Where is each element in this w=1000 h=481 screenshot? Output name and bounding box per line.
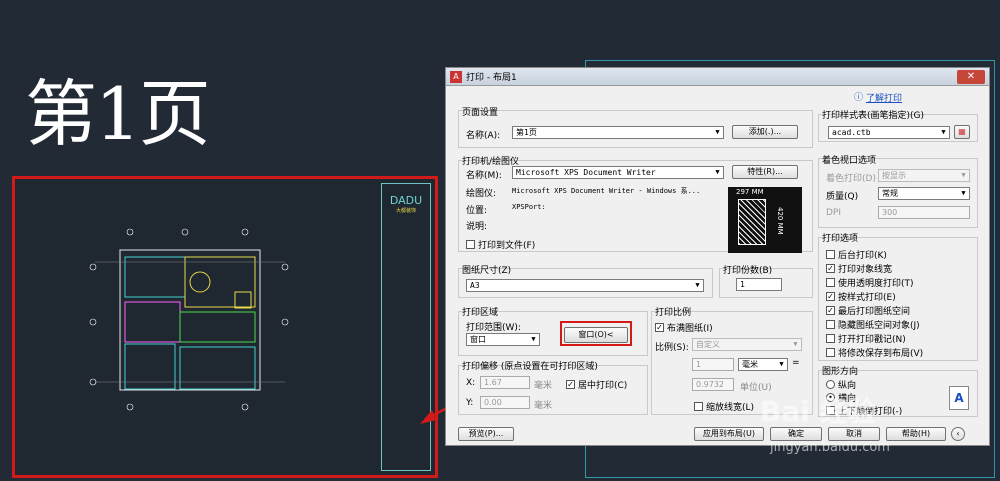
offset-y-label: Y: [466, 398, 474, 408]
chevron-down-icon: ▼ [715, 168, 720, 176]
print-to-file-checkbox[interactable]: 打印到文件(F) [466, 238, 535, 251]
offset-y-unit: 毫米 [534, 401, 553, 411]
watermark-url: jingyan.baidu.com [770, 440, 890, 455]
plot-option-checkbox[interactable]: 隐藏图纸空间对象(J) [826, 318, 920, 331]
plot-what-label: 打印范围(W): [466, 323, 521, 333]
offset-x-label: X: [466, 378, 476, 388]
edit-style-table-icon[interactable]: ▦ [954, 125, 970, 139]
page-setup-name-label: 名称(A): [466, 131, 501, 141]
offset-y-input[interactable]: 0.00 [480, 396, 530, 409]
add-page-setup-button[interactable]: 添加(.)... [732, 125, 798, 139]
page-setup-name-select[interactable]: 第1页 ▼ [512, 126, 724, 139]
printer-properties-button[interactable]: 特性(R)... [732, 165, 798, 179]
preview-width-label: 297 MM [736, 188, 764, 196]
plotter-label: 绘图仪: [466, 189, 497, 199]
sheet-brand-sub: 大都装饰 [395, 208, 416, 214]
printer-name-label: 名称(M): [466, 171, 502, 181]
style-table-label: 打印样式表(画笔指定)(G) [822, 111, 925, 121]
dpi-label: DPI [826, 208, 842, 218]
chevron-down-icon: ▼ [779, 360, 784, 368]
scale-denominator-input[interactable]: 0.9732 [692, 378, 734, 391]
plot-option-checkbox[interactable]: 打开打印戳记(N) [826, 332, 906, 345]
shade-plot-label: 着色打印(D) [826, 174, 876, 184]
fit-to-paper-checkbox[interactable]: ✓ 布满图纸(I) [655, 321, 713, 334]
orientation-label: 图形方向 [822, 367, 859, 377]
chevron-down-icon: ▼ [961, 189, 966, 197]
apply-to-layout-button[interactable]: 应用到布局(U) [694, 427, 764, 441]
orientation-preview-icon: A [949, 386, 969, 410]
plot-what-select[interactable]: 窗口 ▼ [466, 333, 540, 346]
plot-area-label: 打印区域 [462, 308, 499, 318]
description-label: 说明: [466, 222, 488, 232]
quality-label: 质量(Q) [826, 192, 859, 202]
plot-option-checkbox[interactable]: ✓ 最后打印图纸空间 [826, 304, 910, 317]
shade-plot-select[interactable]: 按显示 ▼ [878, 169, 970, 182]
chevron-down-icon: ▼ [695, 281, 700, 289]
floor-plan-drawing [89, 228, 289, 411]
printer-label: 打印机/绘图仪 [462, 157, 520, 167]
paper-size-label: 图纸尺寸(Z) [462, 266, 512, 276]
watermark-brand: Bai 经验 [760, 395, 876, 428]
plot-offset-label: 打印偏移 (原点设置在可打印区域) [462, 362, 598, 372]
page-title: 第1页 [25, 72, 211, 156]
autocad-app-icon: A [450, 70, 462, 83]
plot-option-checkbox[interactable]: 后台打印(K) [826, 248, 887, 261]
center-plot-checkbox[interactable]: ✓ 居中打印(C) [566, 378, 627, 391]
preview-page [738, 199, 766, 245]
plot-option-checkbox[interactable]: ✓ 打印对象线宽 [826, 262, 892, 275]
chevron-down-icon: ▼ [941, 128, 946, 136]
plot-option-checkbox[interactable]: ✓ 按样式打印(E) [826, 290, 896, 303]
scale-unit-select[interactable]: 毫米 ▼ [738, 358, 788, 371]
plot-scale-label: 打印比例 [655, 308, 692, 318]
plotter-value: Microsoft XPS Document Writer - Windows … [512, 187, 701, 195]
chevron-down-icon: ▼ [715, 128, 720, 136]
learn-plot-link[interactable]: 了解打印 [866, 91, 902, 104]
where-label: 位置: [466, 206, 488, 216]
printer-name-select[interactable]: Microsoft XPS Document Writer ▼ [512, 166, 724, 179]
close-icon[interactable]: ✕ [957, 70, 985, 84]
paper-size-select[interactable]: A3 ▼ [466, 279, 704, 292]
dialog-title: 打印 - 布局1 [466, 73, 517, 83]
help-button[interactable]: 帮助(H) [886, 427, 946, 441]
plot-option-checkbox[interactable]: 将修改保存到布局(V) [826, 346, 923, 359]
preview-height-label: 420 MM [776, 207, 784, 235]
quality-select[interactable]: 常规 ▼ [878, 187, 970, 200]
scale-equals: = [792, 358, 800, 368]
shaded-viewport-label: 着色视口选项 [822, 156, 877, 166]
chevron-down-icon: ▼ [793, 340, 798, 348]
scale-numerator-input[interactable]: 1 [692, 358, 734, 371]
offset-x-input[interactable]: 1.67 [480, 376, 530, 389]
plot-options-label: 打印选项 [822, 234, 859, 244]
scale-select[interactable]: 自定义 ▼ [692, 338, 802, 351]
chevron-down-icon: ▼ [531, 335, 536, 343]
title-block: DADU 大都装饰 [381, 183, 431, 471]
chevron-down-icon: ▼ [961, 171, 966, 179]
dialog-titlebar[interactable]: A 打印 - 布局1 ✕ [446, 68, 989, 86]
plot-dialog[interactable]: A 打印 - 布局1 ✕ 了解打印 ⓘ 页面设置 名称(A): 第1页 ▼ 添加(… [445, 67, 990, 446]
sheet-brand: DADU [389, 194, 423, 207]
where-value: XPSPort: [512, 203, 546, 211]
dpi-input[interactable]: 300 [878, 206, 970, 219]
plot-option-checkbox[interactable]: 使用透明度打印(T) [826, 276, 914, 289]
copies-input[interactable]: 1 [736, 278, 782, 291]
copies-label: 打印份数(B) [723, 266, 773, 276]
page-setup-label: 页面设置 [462, 108, 499, 118]
style-table-select[interactable]: acad.ctb ▼ [828, 126, 950, 139]
collapse-icon[interactable]: ‹ [951, 427, 965, 441]
scale-lineweights-checkbox[interactable]: 缩放线宽(L) [694, 400, 754, 413]
preview-button[interactable]: 预览(P)... [458, 427, 514, 441]
scale-label: 比例(S): [655, 343, 689, 353]
info-icon: ⓘ [854, 93, 864, 103]
highlight-box [560, 321, 632, 346]
offset-x-unit: 毫米 [534, 381, 553, 391]
paper-preview: 297 MM 420 MM [728, 187, 802, 253]
